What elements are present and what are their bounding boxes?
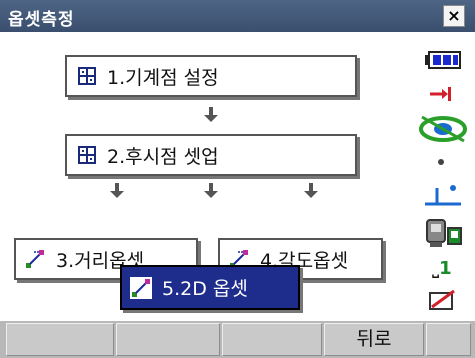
grid-icon <box>78 67 96 85</box>
target-arrow-icon <box>430 87 451 101</box>
offset-measure-window: 옵셋측정 × 1.기계점 설정 2.후시점 셋업 3.거리옵셋 4.각도옵셋 5… <box>0 0 475 358</box>
softkey-2[interactable] <box>116 323 220 356</box>
menu-item-station-setup[interactable]: 1.기계점 설정 <box>65 55 357 97</box>
face-number: 1 <box>439 258 452 279</box>
instrument-icon <box>426 219 462 247</box>
menu-item-label: 5.2D 옵셋 <box>162 278 248 300</box>
prism-constant-icon <box>425 185 461 206</box>
laser-icon <box>429 289 455 310</box>
softkey-3[interactable] <box>222 323 322 356</box>
softkey-1[interactable] <box>6 323 114 356</box>
face-icon: ˽1 <box>432 258 452 279</box>
menu-item-2d-offset[interactable]: 5.2D 옵셋 <box>120 265 300 310</box>
menu-item-label: 2.후시점 셋업 <box>107 145 219 168</box>
offset-point-icon <box>26 250 44 268</box>
back-button[interactable]: 뒤로 <box>324 323 424 356</box>
window-title: 옵셋측정 <box>8 10 75 30</box>
softkey-bar: 뒤로 <box>0 321 475 358</box>
close-icon: × <box>447 6 461 25</box>
grid-icon <box>78 146 96 164</box>
close-button[interactable]: × <box>443 5 465 27</box>
title-bar: 옵셋측정 × <box>0 0 475 32</box>
battery-icon <box>425 51 461 69</box>
menu-item-label: 1.기계점 설정 <box>107 66 219 89</box>
offset-point-icon <box>130 276 152 299</box>
compensator-icon <box>419 115 467 143</box>
menu-item-backsight-setup[interactable]: 2.후시점 셋업 <box>65 134 357 176</box>
dot-icon <box>438 159 444 165</box>
softkey-5[interactable] <box>426 323 471 356</box>
